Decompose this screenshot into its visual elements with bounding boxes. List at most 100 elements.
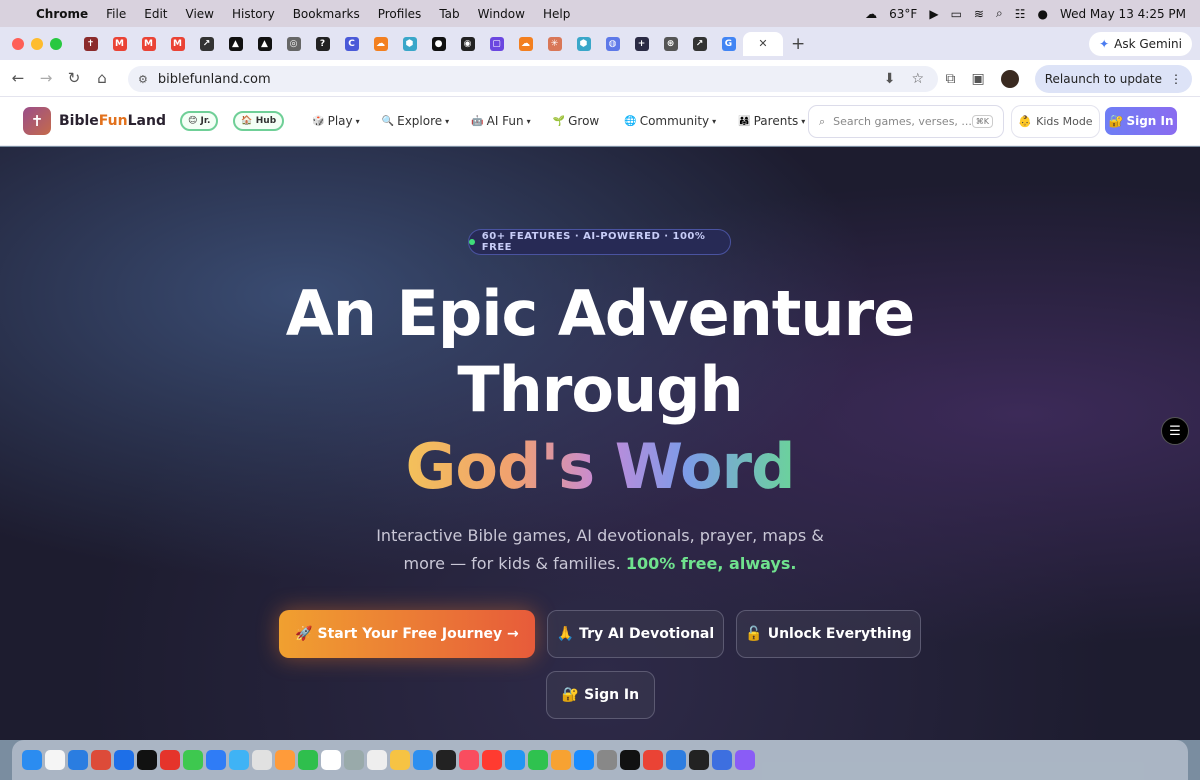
menu-help[interactable]: Help xyxy=(543,7,570,21)
dock-app-icon[interactable] xyxy=(505,750,525,770)
browser-tab[interactable]: ⬢ xyxy=(569,32,598,56)
dock-app-icon[interactable] xyxy=(22,750,42,770)
close-window-button[interactable] xyxy=(12,37,24,50)
dock-app-icon[interactable] xyxy=(436,750,456,770)
browser-tab[interactable]: ▲ xyxy=(250,32,279,56)
browser-tab[interactable]: ⊛ xyxy=(656,32,685,56)
menu-file[interactable]: File xyxy=(106,7,126,21)
dock-app-icon[interactable] xyxy=(137,750,157,770)
browser-tab[interactable]: ? xyxy=(308,32,337,56)
tab-close-icon[interactable]: ✕ xyxy=(758,37,767,50)
dock-app-icon[interactable] xyxy=(574,750,594,770)
new-tab-button[interactable]: + xyxy=(791,34,805,54)
home-icon[interactable]: ⌂ xyxy=(88,69,116,87)
menu-view[interactable]: View xyxy=(186,7,214,21)
browser-tab[interactable]: ✝ xyxy=(76,32,105,56)
dock-app-icon[interactable] xyxy=(367,750,387,770)
header-sign-in-button[interactable]: 🔐 Sign In xyxy=(1105,107,1177,135)
site-info-icon[interactable]: ⚙ xyxy=(138,73,148,86)
active-tab[interactable]: ✕ xyxy=(743,31,783,56)
browser-tab[interactable]: ◎ xyxy=(279,32,308,56)
dock-app-icon[interactable] xyxy=(712,750,732,770)
browser-tab[interactable]: M xyxy=(105,32,134,56)
browser-tab[interactable]: ◉ xyxy=(453,32,482,56)
browser-tab[interactable]: ▢ xyxy=(482,32,511,56)
dock-app-icon[interactable] xyxy=(206,750,226,770)
try-ai-devotional-button[interactable]: 🙏 Try AI Devotional xyxy=(547,610,724,658)
nav-community[interactable]: 🌐 Community ▾ xyxy=(624,114,716,128)
browser-tab[interactable]: M xyxy=(134,32,163,56)
dock-app-icon[interactable] xyxy=(321,750,341,770)
browser-tab[interactable]: ↗ xyxy=(685,32,714,56)
dock-app-icon[interactable] xyxy=(160,750,180,770)
nav-explore[interactable]: 🔍 Explore ▾ xyxy=(382,114,450,128)
battery-icon[interactable]: ▭ xyxy=(951,7,962,21)
spotlight-icon[interactable]: ⌕ xyxy=(996,6,1003,21)
dock-app-icon[interactable] xyxy=(68,750,88,770)
start-journey-button[interactable]: 🚀 Start Your Free Journey → xyxy=(279,610,535,658)
site-search-input[interactable]: ⌕ Search games, verses, ... ⌘K xyxy=(808,105,1004,138)
browser-tab[interactable]: ☁ xyxy=(511,32,540,56)
hero-sign-in-button[interactable]: 🔐 Sign In xyxy=(546,671,655,719)
dock-app-icon[interactable] xyxy=(114,750,134,770)
dock-app-icon[interactable] xyxy=(413,750,433,770)
dock-app-icon[interactable] xyxy=(482,750,502,770)
unlock-everything-button[interactable]: 🔓 Unlock Everything xyxy=(736,610,921,658)
address-url[interactable]: biblefunland.com xyxy=(158,72,271,87)
profile-avatar[interactable] xyxy=(1000,70,1019,88)
dock-app-icon[interactable] xyxy=(344,750,364,770)
browser-tab[interactable]: ◍ xyxy=(598,32,627,56)
browser-tab[interactable]: ☁ xyxy=(366,32,395,56)
browser-tab[interactable]: + xyxy=(627,32,656,56)
dock-app-icon[interactable] xyxy=(252,750,272,770)
menu-bookmarks[interactable]: Bookmarks xyxy=(293,7,360,21)
minimize-window-button[interactable] xyxy=(31,37,43,50)
browser-tab[interactable]: G xyxy=(714,32,743,56)
browser-tab[interactable]: ▲ xyxy=(221,32,250,56)
control-center-icon[interactable]: ☷ xyxy=(1015,7,1026,21)
kids-mode-button[interactable]: 👶 Kids Mode xyxy=(1011,105,1100,138)
forward-arrow-icon[interactable]: → xyxy=(32,69,60,87)
wifi-icon[interactable]: ≋ xyxy=(974,7,984,21)
play-icon[interactable]: ▶ xyxy=(929,7,938,21)
brand-logo[interactable]: BibleFunLand xyxy=(59,113,166,129)
relaunch-button[interactable]: Relaunch to update ⋮ xyxy=(1034,65,1192,93)
dock-app-icon[interactable] xyxy=(597,750,617,770)
browser-tab[interactable]: ↗ xyxy=(192,32,221,56)
menu-tab[interactable]: Tab xyxy=(439,7,459,21)
cross-logo-icon[interactable]: ✝ xyxy=(23,107,51,135)
dock-app-icon[interactable] xyxy=(459,750,479,770)
menu-profiles[interactable]: Profiles xyxy=(378,7,422,21)
nav-ai-fun[interactable]: 🤖 AI Fun ▾ xyxy=(471,114,531,128)
dock-app-icon[interactable] xyxy=(528,750,548,770)
weather-temp[interactable]: 63°F xyxy=(889,7,917,21)
dock-app-icon[interactable] xyxy=(666,750,686,770)
browser-tab[interactable]: M xyxy=(163,32,192,56)
dock-app-icon[interactable] xyxy=(620,750,640,770)
dock-app-icon[interactable] xyxy=(298,750,318,770)
dock-app-icon[interactable] xyxy=(183,750,203,770)
dock-app-icon[interactable] xyxy=(551,750,571,770)
install-app-icon[interactable]: ⬇ xyxy=(884,71,896,87)
address-bar[interactable]: ⚙ biblefunland.com ⬇ ☆ xyxy=(128,66,938,92)
nav-play[interactable]: 🎲 Play ▾ xyxy=(312,114,360,128)
dock-app-icon[interactable] xyxy=(275,750,295,770)
menu-history[interactable]: History xyxy=(232,7,275,21)
extensions-icon[interactable]: ⧉ xyxy=(946,71,956,87)
hub-pill[interactable]: 🏠 Hub xyxy=(233,111,285,131)
jr-pill[interactable]: 😊 Jr. xyxy=(179,111,219,131)
dock-app-icon[interactable] xyxy=(643,750,663,770)
browser-tab[interactable]: C xyxy=(337,32,366,56)
menu-app-name[interactable]: Chrome xyxy=(36,7,88,21)
weather-icon[interactable]: ☁ xyxy=(865,7,877,21)
zoom-window-button[interactable] xyxy=(50,37,62,50)
browser-tab[interactable]: ⬢ xyxy=(395,32,424,56)
dock-app-icon[interactable] xyxy=(45,750,65,770)
dock-app-icon[interactable] xyxy=(91,750,111,770)
reading-settings-icon[interactable]: ☰ xyxy=(1161,417,1189,445)
nav-grow[interactable]: 🌱 Grow xyxy=(553,114,603,128)
dock-app-icon[interactable] xyxy=(390,750,410,770)
reading-list-icon[interactable]: ▣ xyxy=(972,71,985,87)
dock-app-icon[interactable] xyxy=(735,750,755,770)
bookmark-star-icon[interactable]: ☆ xyxy=(911,71,924,87)
